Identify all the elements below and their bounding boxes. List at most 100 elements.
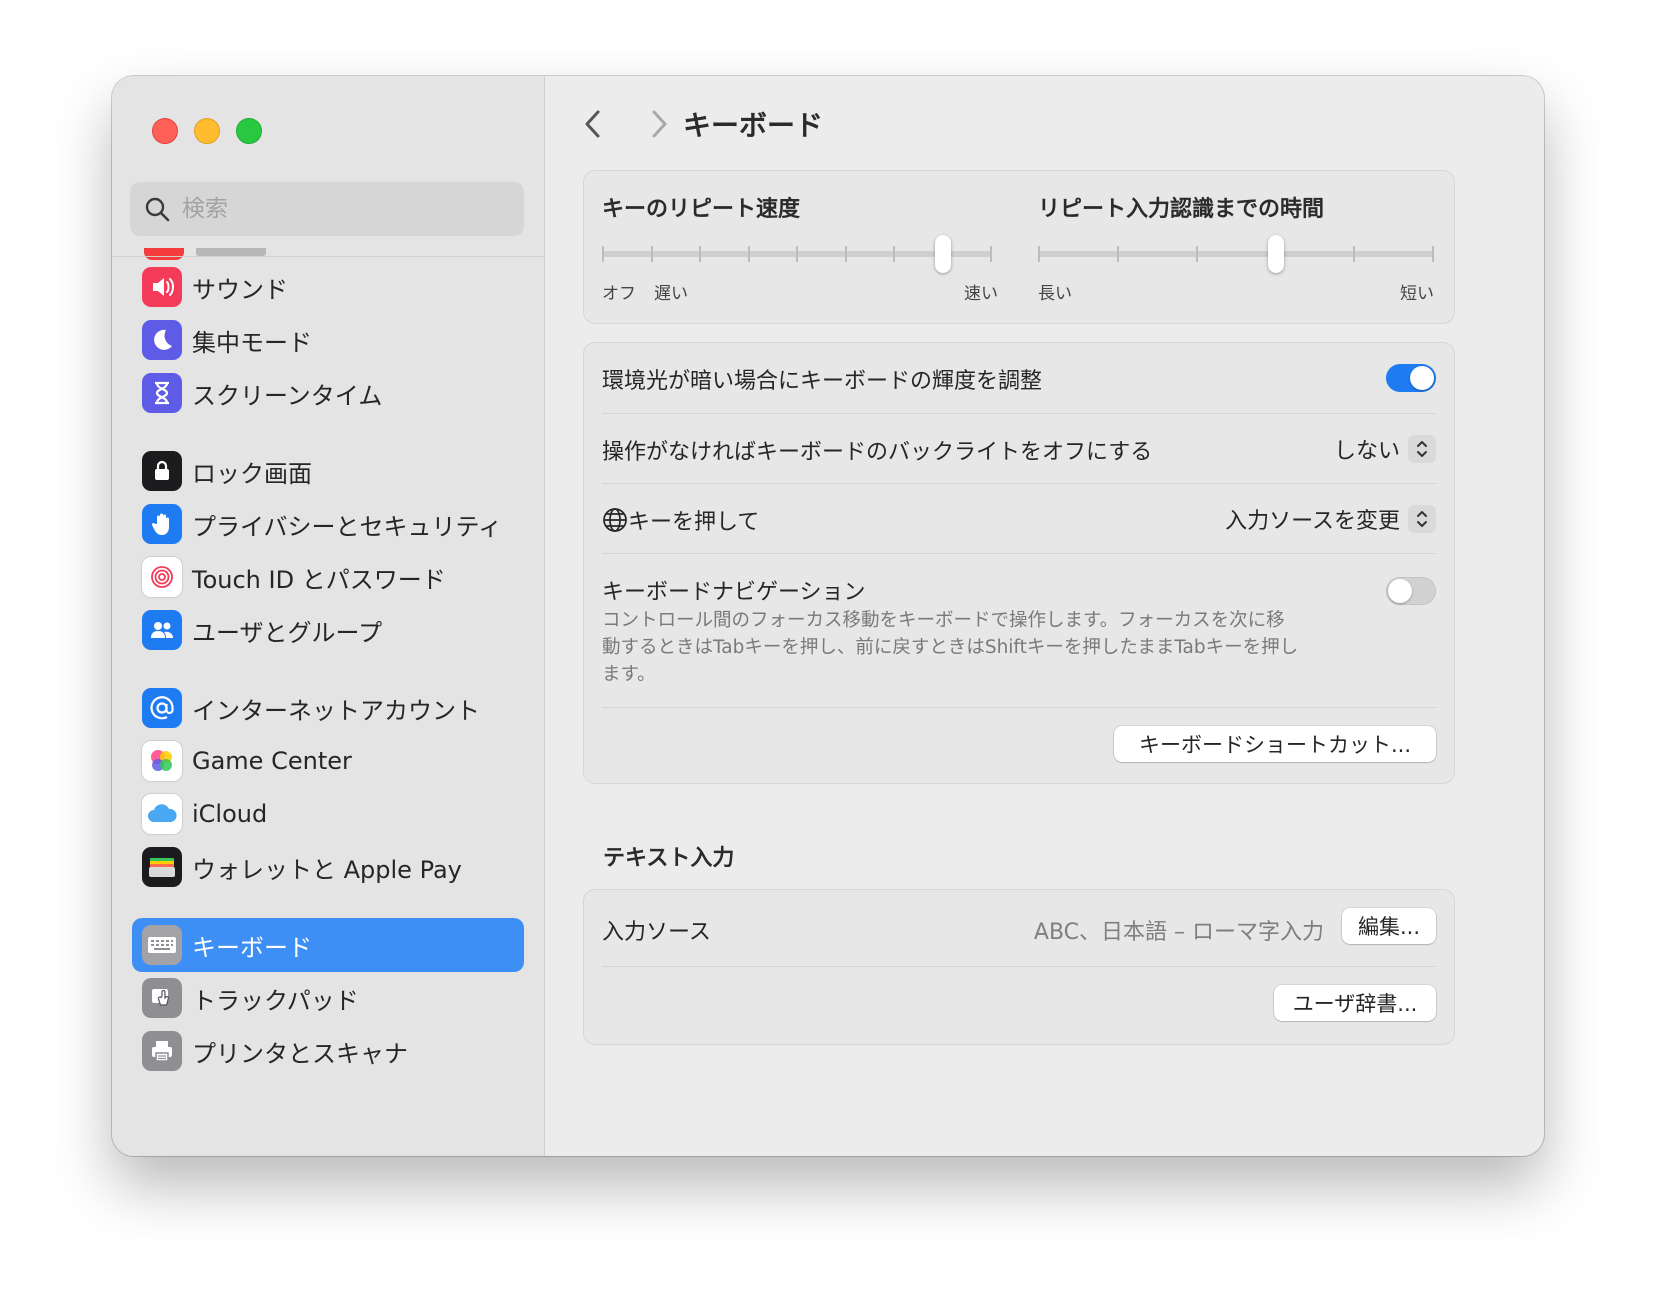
sidebar-item-keyboard[interactable]: キーボード [132,918,524,972]
sidebar-item-label: キーボード [192,933,312,962]
sidebar-item-focus[interactable]: 集中モード [132,313,524,367]
row-divider [602,707,1436,708]
slider-tick [796,246,798,262]
forward-button[interactable] [641,106,677,142]
slider-tick [1432,246,1434,262]
partially-hidden-item-label [196,248,266,256]
slider-tick [650,246,653,262]
slider-tick [1353,246,1356,262]
content-pane: キーボード キーのリピート速度 リピート入力認識までの時間 オフ 遅い 速い 長… [545,76,1544,1156]
text-input-card: 入力ソース ABC、日本語 – ローマ字入力 編集... ユーザ辞書... [583,889,1455,1045]
slider-tick [602,246,604,262]
backlight-popup[interactable]: しない [1334,433,1436,465]
keyboard-settings-card: 環境光が暗い場合にキーボードの輝度を調整 操作がなければキーボードのバックライト… [583,342,1455,784]
brightness-toggle[interactable] [1386,364,1436,392]
fingerprint-icon [142,557,182,597]
lock-icon [142,451,182,491]
globe-row: キーを押して [602,504,759,536]
zoom-button[interactable] [236,118,262,144]
search-input[interactable] [180,195,504,223]
backlight-value: しない [1333,439,1400,464]
repeat-speed-thumb[interactable] [935,235,952,273]
close-button[interactable] [152,118,178,144]
row-divider [602,966,1436,967]
speaker-icon [142,267,182,307]
repeat-delay-thumb[interactable] [1267,235,1284,273]
game-center-icon [142,741,182,781]
moon-icon [142,320,182,360]
sidebar-divider [112,256,544,257]
sidebar-item-game-center[interactable]: Game Center [132,734,524,788]
minimize-button[interactable] [194,118,220,144]
brightness-label: 環境光が暗い場合にキーボードの輝度を調整 [602,369,1043,394]
sidebar-item-label: プライバシーとセキュリティ [192,512,503,541]
chevron-left-icon [585,110,600,138]
sidebar-item-sound[interactable]: サウンド [132,260,524,314]
keyboard-navigation-toggle[interactable] [1386,577,1436,605]
slider-tick [893,246,895,262]
partially-hidden-item-icon [144,248,184,260]
input-sources-value: ABC、日本語 – ローマ字入力 [1033,920,1324,945]
input-sources-label: 入力ソース [602,920,711,945]
sidebar-item-label: トラックパッド [192,986,359,1015]
sidebar-item-label: ロック画面 [192,459,312,488]
slider-tick [844,246,847,262]
speed-label-fast: 速い [964,284,998,304]
globe-icon [603,508,627,532]
backlight-label: 操作がなければキーボードのバックライトをオフにする [602,440,1153,465]
hand-icon [142,504,182,544]
trackpad-icon [142,978,182,1018]
chevron-updown-icon [1408,435,1436,463]
row-divider [602,483,1436,484]
keyboard-icon [142,925,182,965]
sidebar-item-users[interactable]: ユーザとグループ [132,603,524,657]
sidebar-item-printers[interactable]: プリンタとスキャナ [132,1024,524,1078]
repeat-delay-slider[interactable] [1038,235,1434,273]
key-repeat-card: キーのリピート速度 リピート入力認識までの時間 オフ 遅い 速い 長い 短い [583,170,1455,324]
window-controls [152,118,262,144]
users-icon [142,610,182,650]
sidebar-item-label: Game Center [192,747,352,775]
keyboard-navigation-description: コントロール間のフォーカス移動をキーボードで操作します。フォーカスを次に移動する… [602,610,1299,685]
sidebar-item-trackpad[interactable]: トラックパッド [132,971,524,1025]
row-divider [602,413,1436,414]
search-field[interactable] [130,182,524,236]
sidebar-item-internet-accounts[interactable]: インターネットアカウント [132,681,524,735]
globe-value: 入力ソースを変更 [1225,509,1400,534]
back-button[interactable] [575,106,611,142]
keyboard-shortcuts-button[interactable]: キーボードショートカット... [1114,726,1436,762]
edit-input-sources-button[interactable]: 編集... [1342,908,1436,944]
sidebar-item-label: iCloud [192,800,268,828]
delay-label-short: 短い [1400,284,1434,304]
sidebar-item-label: Touch ID とパスワード [192,565,446,594]
page-title: キーボード [683,109,824,142]
search-icon [145,197,170,222]
slider-tick [990,246,992,262]
repeat-speed-slider[interactable] [602,235,992,273]
user-dictionary-button[interactable]: ユーザ辞書... [1274,985,1436,1021]
sidebar-item-privacy[interactable]: プライバシーとセキュリティ [132,497,524,551]
slider-tick [1116,246,1119,262]
settings-window: サウンド 集中モード スクリーンタイム ロック画面 [112,76,1544,1156]
sidebar: サウンド 集中モード スクリーンタイム ロック画面 [112,76,545,1156]
sidebar-item-screen-time[interactable]: スクリーンタイム [132,366,524,420]
text-input-section-title: テキスト入力 [603,846,735,871]
slider-tick [747,246,750,262]
sidebar-item-touch-id[interactable]: Touch ID とパスワード [132,550,524,604]
sidebar-item-icloud[interactable]: iCloud [132,787,524,841]
sidebar-item-lock-screen[interactable]: ロック画面 [132,444,524,498]
globe-label: キーを押して [628,510,760,535]
sidebar-item-label: インターネットアカウント [192,696,480,725]
sidebar-item-label: ユーザとグループ [192,618,383,647]
printer-icon [142,1031,182,1071]
slider-tick [1038,246,1040,262]
slider-tick [699,246,701,262]
speed-label-slow: 遅い [654,284,688,304]
wallet-icon [142,847,182,887]
sidebar-item-wallet[interactable]: ウォレットと Apple Pay [132,840,524,894]
delay-label-long: 長い [1038,284,1072,304]
globe-popup[interactable]: 入力ソースを変更 [1225,503,1436,535]
repeat-delay-title: リピート入力認識までの時間 [1038,197,1325,222]
repeat-speed-title: キーのリピート速度 [602,197,801,222]
sidebar-item-label: サウンド [192,275,288,304]
